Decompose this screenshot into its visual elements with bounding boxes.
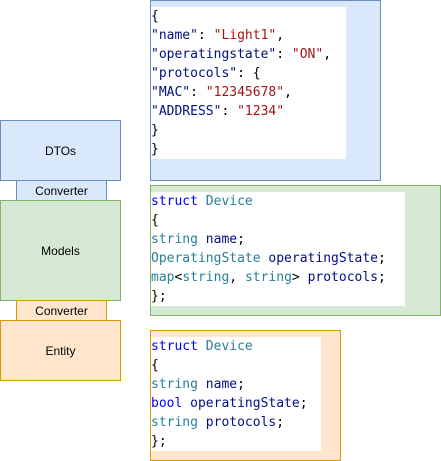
converter-bottom-label: Converter (35, 303, 88, 318)
code-line: }; (151, 432, 321, 451)
code-token: ; (237, 377, 245, 392)
model-struct-code: struct Device{string name; OperatingState… (151, 192, 405, 306)
code-token: "Light1" (213, 28, 277, 43)
code-token: , (284, 85, 292, 100)
code-token: bool (151, 396, 183, 411)
code-line: "ADDRESS": "1234" (151, 102, 346, 121)
code-line: { (151, 7, 346, 26)
code-line: string protocols; (151, 413, 321, 432)
code-token: string (151, 377, 198, 392)
code-line: "name": "Light1", (151, 26, 346, 45)
code-token: name (205, 232, 238, 247)
code-token: { (151, 9, 159, 24)
code-token: "ADDRESS" (151, 104, 222, 119)
code-token: ; (378, 270, 386, 285)
code-token: "operatingstate" (151, 47, 277, 62)
dtos-box: DTOs (0, 120, 121, 181)
code-token: ; (299, 396, 308, 411)
code-token: , (229, 270, 245, 285)
entity-box: Entity (0, 320, 121, 381)
code-token: } (151, 142, 159, 157)
code-line: string name; (151, 230, 405, 249)
code-line: } (151, 140, 346, 159)
code-line: map<string, string> protocols; (151, 268, 405, 287)
dto-json-code: {"name": "Light1", "operatingstate": "ON"… (151, 7, 346, 159)
code-token: "12345678" (205, 85, 285, 100)
code-token: { (151, 358, 159, 373)
code-token: } (151, 123, 159, 138)
code-token: operatingState (268, 251, 378, 266)
converter-bottom-box: Converter (16, 300, 107, 321)
code-line: "operatingstate": "ON", (151, 45, 346, 64)
code-token: "MAC" (151, 85, 191, 100)
code-token: { (151, 213, 159, 228)
code-token: name (205, 377, 238, 392)
code-line: { (151, 211, 405, 230)
code-token: : (221, 104, 238, 119)
entity-label: Entity (45, 343, 76, 358)
code-token: "ON" (291, 47, 324, 62)
code-token: protocols (205, 415, 277, 430)
code-line: } (151, 121, 346, 140)
converter-top-label: Converter (35, 183, 88, 198)
code-line: "MAC": "12345678", (151, 83, 346, 102)
code-token: string (151, 232, 198, 247)
code-line: OperatingState operatingState; (151, 249, 405, 268)
code-token: "1234" (237, 104, 285, 119)
code-token: "protocols" (151, 66, 238, 81)
code-line: struct Device (151, 192, 405, 211)
code-token: : (276, 47, 292, 62)
entity-struct-code: struct Device{string name; bool operating… (151, 337, 321, 451)
dtos-label: DTOs (44, 143, 77, 158)
code-token: > (291, 270, 308, 285)
code-line: { (151, 356, 321, 375)
code-token: ; (377, 251, 386, 266)
code-line: "protocols": { (151, 64, 346, 83)
code-token: "name" (151, 28, 198, 43)
code-token: , (323, 47, 332, 62)
code-token: }; (151, 434, 167, 449)
code-token: }; (151, 289, 167, 304)
models-box: Models (0, 200, 121, 301)
code-token: string (151, 415, 198, 430)
code-token: protocols (307, 270, 379, 285)
code-token: OperatingState (151, 251, 261, 266)
converter-top-box: Converter (16, 180, 107, 201)
code-token: struct (151, 194, 198, 209)
code-line: string name; (151, 375, 321, 394)
code-line: }; (151, 287, 405, 306)
code-token: : { (237, 66, 261, 81)
models-label: Models (41, 243, 80, 258)
code-token: , (276, 28, 285, 43)
code-token: Device (205, 339, 253, 354)
code-token: ; (276, 415, 285, 430)
code-token: string (244, 270, 292, 285)
code-token: ; (237, 232, 245, 247)
code-line: struct Device (151, 337, 321, 356)
code-token: : (197, 28, 214, 43)
code-token: operatingState (190, 396, 300, 411)
code-token: struct (151, 339, 198, 354)
code-token: string (182, 270, 230, 285)
code-token: map (151, 270, 175, 285)
code-token: : (190, 85, 206, 100)
code-line: bool operatingState; (151, 394, 321, 413)
code-token: Device (205, 194, 253, 209)
